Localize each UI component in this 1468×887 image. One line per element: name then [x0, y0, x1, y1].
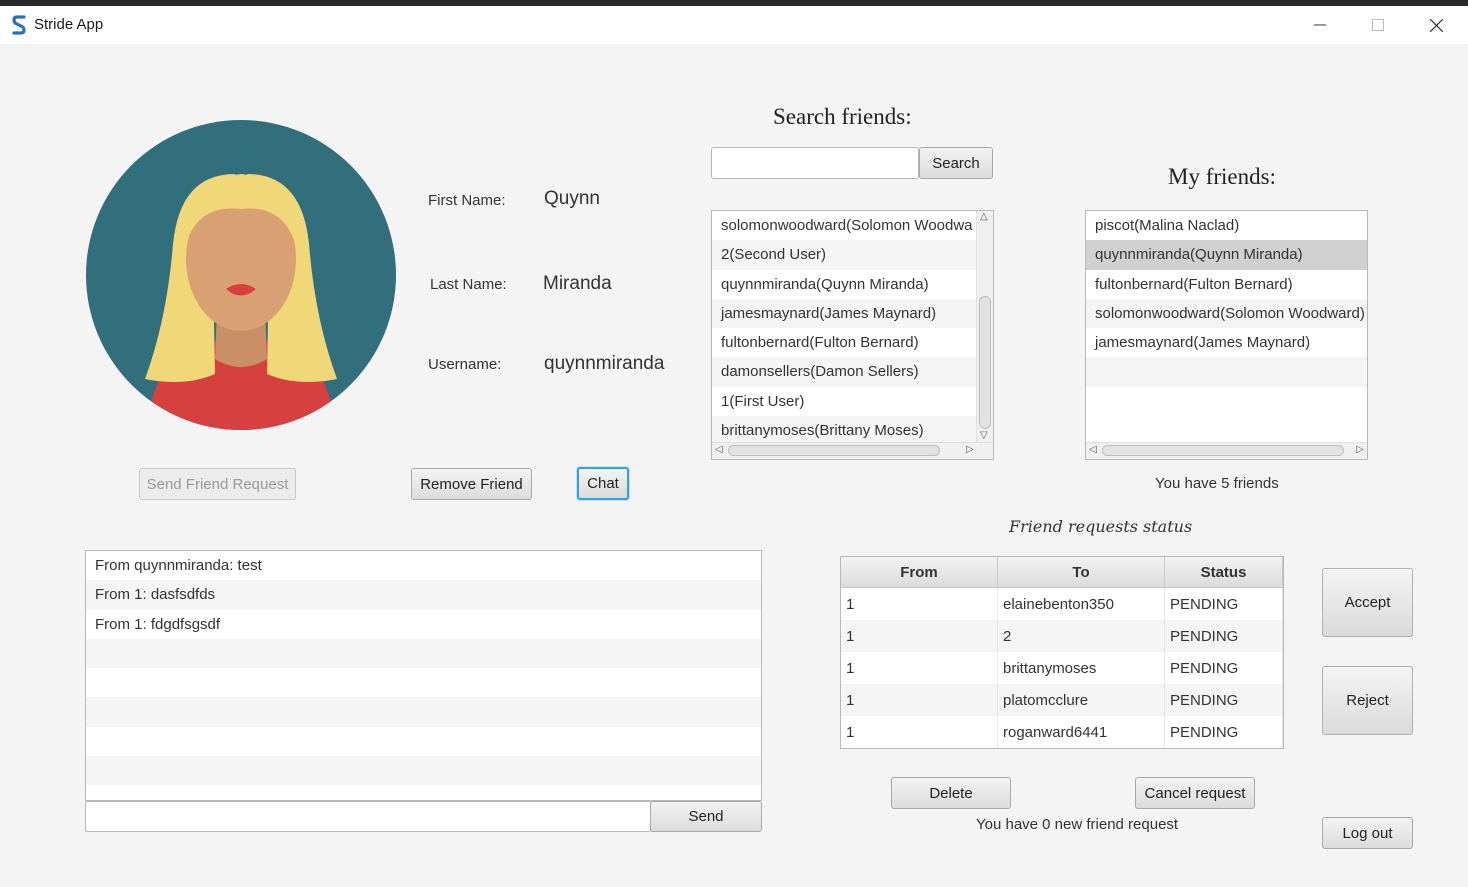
request-row[interactable]: 1 2 PENDING [841, 620, 1283, 652]
request-status-cell: PENDING [1164, 652, 1283, 684]
friends-heading: My friends: [1168, 164, 1276, 189]
remove-friend-button[interactable]: Remove Friend [411, 468, 532, 500]
search-heading: Search friends: [773, 104, 912, 129]
request-from-cell: 1 [841, 652, 998, 684]
scroll-left-arrow-icon[interactable]: ◁ [1089, 444, 1097, 455]
app-window: Stride App First Name: Quynn Last Name: … [0, 6, 1468, 887]
request-to-cell: roganward6441 [997, 716, 1165, 748]
search-button[interactable]: Search [919, 147, 993, 179]
send-friend-request-button[interactable]: Send Friend Request [139, 468, 296, 500]
username-value: quynnmiranda [544, 353, 665, 374]
reject-button[interactable]: Reject [1322, 666, 1413, 735]
search-result-item[interactable]: brittanymoses(Brittany Moses) [712, 416, 977, 446]
friend-list-item[interactable]: jamesmaynard(James Maynard) [1086, 328, 1367, 357]
friend-list-item[interactable]: solomonwoodward(Solomon Woodward) [1086, 298, 1367, 329]
search-result-item[interactable]: fultonbernard(Fulton Bernard) [712, 328, 977, 357]
chat-message-item[interactable]: From 1: fdgdfsgsdf [86, 610, 761, 639]
scroll-right-arrow-icon[interactable]: ▷ [1356, 444, 1364, 455]
friend-list-item[interactable]: fultonbernard(Fulton Bernard) [1086, 270, 1367, 299]
request-row-empty [841, 748, 1283, 749]
chat-message-item[interactable] [86, 756, 761, 786]
search-results-list[interactable]: solomonwoodward(Solomon Woodwa 2(Second U… [711, 210, 994, 460]
column-header-status[interactable]: Status [1164, 557, 1283, 588]
request-status-cell: PENDING [1164, 684, 1283, 716]
profile-avatar [86, 120, 396, 430]
username-label: Username: [428, 356, 502, 373]
stride-logo-icon [12, 15, 26, 35]
new-requests-text: You have 0 new friend request [976, 816, 1179, 833]
request-to-cell: platomcclure [997, 684, 1165, 716]
chat-message-input[interactable] [85, 801, 651, 832]
request-row[interactable]: 1 platomcclure PENDING [841, 684, 1283, 716]
chat-message-item[interactable] [86, 697, 761, 727]
delete-request-button[interactable]: Delete [891, 777, 1011, 809]
friends-list[interactable]: piscot(Malina Naclad) quynnmiranda(Quynn … [1085, 210, 1368, 460]
last-name-value: Miranda [543, 273, 612, 294]
last-name-label: Last Name: [430, 276, 507, 293]
friend-list-item[interactable]: quynnmiranda(Quynn Miranda) [1086, 240, 1367, 270]
search-result-item[interactable]: quynnmiranda(Quynn Miranda) [712, 270, 977, 299]
search-input[interactable] [711, 147, 919, 179]
request-row[interactable]: 1 roganward6441 PENDING [841, 716, 1283, 748]
logout-button[interactable]: Log out [1322, 817, 1413, 849]
request-to-cell: 2 [997, 620, 1165, 652]
search-result-item[interactable]: jamesmaynard(James Maynard) [712, 298, 977, 329]
close-button[interactable] [1407, 6, 1465, 44]
request-from-cell: 1 [841, 716, 998, 748]
request-from-cell: 1 [841, 684, 998, 716]
friend-list-item[interactable] [1086, 387, 1367, 416]
request-from-cell: 1 [841, 587, 998, 620]
title-bar: Stride App [0, 6, 1468, 44]
friend-list-item[interactable]: piscot(Malina Naclad) [1086, 211, 1367, 240]
scroll-thumb[interactable] [728, 445, 940, 456]
search-result-item[interactable]: 2(Second User) [712, 240, 977, 270]
chat-message-item[interactable] [86, 727, 761, 756]
scroll-down-arrow-icon[interactable]: ▽ [980, 430, 988, 441]
chat-message-item[interactable] [86, 668, 761, 697]
request-from-cell: 1 [841, 620, 998, 652]
chat-message-item[interactable]: From 1: dasfsdfds [86, 580, 761, 610]
maximize-button[interactable] [1349, 6, 1407, 44]
column-header-from[interactable]: From [841, 557, 998, 588]
minimize-icon [1314, 24, 1326, 26]
chat-messages-list[interactable]: From quynnmiranda: test From 1: dasfsdfds… [85, 550, 762, 801]
friend-list-item[interactable] [1086, 357, 1367, 387]
request-row[interactable]: 1 elainebenton350 PENDING [841, 587, 1283, 620]
window-title: Stride App [34, 16, 104, 33]
scroll-thumb[interactable] [979, 296, 991, 429]
friends-hscrollbar[interactable]: ◁ ▷ [1086, 442, 1367, 459]
first-name-value: Quynn [544, 188, 600, 209]
minimize-button[interactable] [1291, 6, 1349, 44]
first-name-label: First Name: [428, 192, 506, 209]
requests-table[interactable]: From To Status 1 elainebenton350 PENDING 1 2… [840, 556, 1284, 749]
search-result-item[interactable]: solomonwoodward(Solomon Woodwa [712, 211, 977, 240]
scroll-up-arrow-icon[interactable]: △ [980, 211, 988, 222]
request-to-cell: elainebenton350 [997, 587, 1165, 620]
friend-count-text: You have 5 friends [1155, 475, 1279, 492]
request-row[interactable]: 1 brittanymoses PENDING [841, 652, 1283, 684]
search-results-vscrollbar[interactable]: △ ▽ [976, 211, 993, 444]
chat-button[interactable]: Chat [577, 467, 629, 500]
search-results-hscrollbar[interactable]: ◁ ▷ [712, 442, 993, 459]
accept-button[interactable]: Accept [1322, 568, 1413, 637]
chat-message-item[interactable]: From quynnmiranda: test [86, 551, 761, 580]
request-status-cell: PENDING [1164, 620, 1283, 652]
request-to-cell: brittanymoses [997, 652, 1165, 684]
maximize-icon [1372, 19, 1384, 31]
scroll-left-arrow-icon[interactable]: ◁ [715, 444, 723, 455]
search-result-item[interactable]: 1(First User) [712, 387, 977, 416]
cancel-request-button[interactable]: Cancel request [1135, 777, 1255, 809]
request-status-cell: PENDING [1164, 587, 1283, 620]
chat-message-item[interactable] [86, 638, 761, 669]
request-status-cell: PENDING [1164, 716, 1283, 748]
search-result-item[interactable]: damonsellers(Damon Sellers) [712, 357, 977, 387]
scroll-right-arrow-icon[interactable]: ▷ [966, 444, 974, 455]
requests-heading: Friend requests status [1009, 517, 1193, 536]
column-header-to[interactable]: To [997, 557, 1165, 588]
close-icon [1429, 18, 1443, 32]
scroll-thumb[interactable] [1102, 445, 1344, 456]
send-message-button[interactable]: Send [650, 801, 762, 832]
